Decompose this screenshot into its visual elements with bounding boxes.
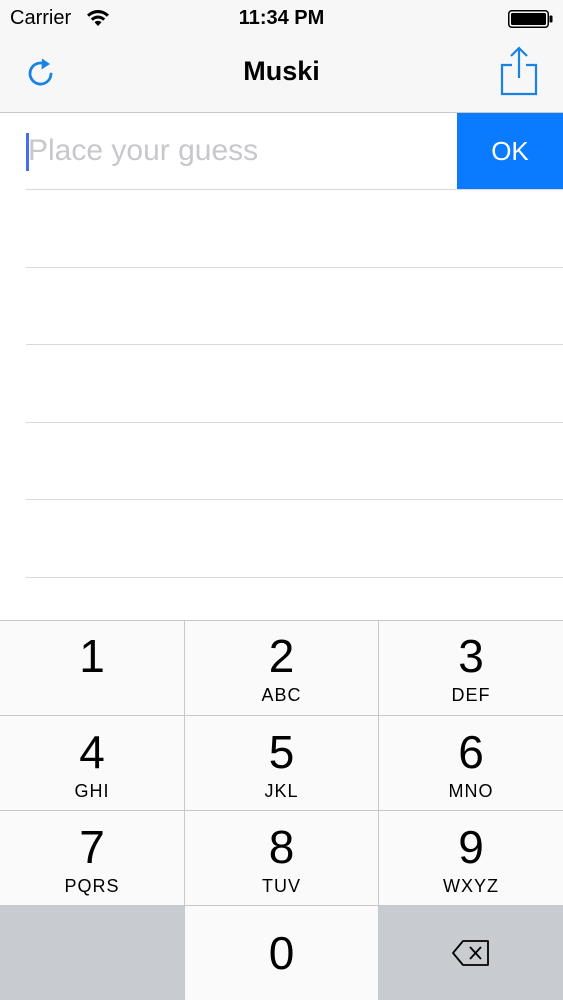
key-6[interactable]: 6 MNO	[379, 716, 563, 810]
key-digit: 5	[268, 726, 295, 778]
keypad-divider	[0, 905, 563, 906]
key-letters: PQRS	[64, 876, 120, 896]
list-separator	[26, 499, 563, 500]
guess-input[interactable]	[26, 113, 457, 189]
key-2[interactable]: 2 ABC	[185, 620, 378, 715]
key-digit: 6	[458, 726, 484, 778]
keypad-divider	[184, 620, 185, 1000]
key-digit: 8	[268, 821, 295, 873]
key-digit: 7	[79, 821, 105, 873]
page-title: Muski	[243, 56, 320, 86]
share-icon[interactable]	[498, 45, 540, 97]
key-letters: MNO	[448, 781, 494, 801]
key-letters: GHI	[74, 781, 110, 801]
key-letters: ABC	[261, 685, 302, 705]
list-separator	[26, 344, 563, 345]
backspace-icon	[452, 940, 489, 966]
keypad-divider	[378, 620, 379, 1000]
key-digit: 1	[79, 630, 105, 682]
key-5[interactable]: 5 JKL	[185, 716, 378, 810]
key-digit: 9	[458, 821, 484, 873]
guess-row: OK	[0, 113, 563, 190]
status-time: 11:34 PM	[238, 7, 325, 29]
keypad-divider	[0, 715, 563, 716]
key-4[interactable]: 4 GHI	[0, 716, 184, 810]
key-letters: DEF	[451, 685, 491, 705]
keypad-divider	[0, 810, 563, 811]
list-separator	[26, 422, 563, 423]
key-letters: WXYZ	[443, 876, 499, 896]
key-7[interactable]: 7 PQRS	[0, 811, 184, 905]
battery-icon	[508, 10, 553, 28]
key-digit: 0	[268, 927, 295, 979]
key-8[interactable]: 8 TUV	[185, 811, 378, 905]
key-letters: JKL	[264, 781, 299, 801]
numeric-keypad: 1 2 ABC 3 DEF 4 GHI 5 JKL 6 MNO 7 PQRS 8…	[0, 620, 563, 1000]
keypad-divider	[0, 620, 563, 621]
list-separator	[26, 189, 563, 190]
key-digit: 3	[458, 630, 484, 682]
delete-key[interactable]	[379, 906, 563, 1000]
key-0[interactable]: 0	[185, 906, 378, 1000]
status-bar: Carrier 11:34 PM	[0, 0, 563, 38]
list-separator	[26, 267, 563, 268]
key-blank	[0, 906, 184, 1000]
key-digit: 2	[268, 630, 295, 682]
key-1[interactable]: 1	[0, 620, 184, 715]
list-separator	[26, 577, 563, 578]
top-bar: Carrier 11:34 PM Muski	[0, 0, 563, 113]
text-cursor	[26, 133, 29, 171]
key-letters: TUV	[262, 876, 301, 896]
key-3[interactable]: 3 DEF	[379, 620, 563, 715]
key-9[interactable]: 9 WXYZ	[379, 811, 563, 905]
ok-button[interactable]: OK	[457, 113, 563, 189]
key-digit: 4	[79, 726, 105, 778]
